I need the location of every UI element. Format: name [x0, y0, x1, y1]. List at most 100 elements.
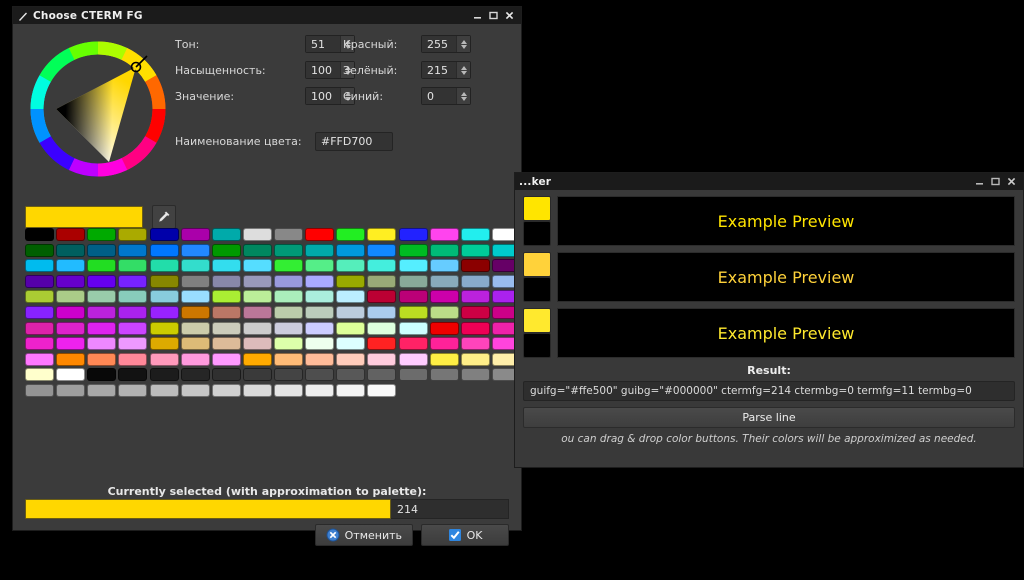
palette-swatch[interactable] — [367, 243, 397, 257]
palette-swatch[interactable] — [398, 352, 428, 366]
palette-swatch[interactable] — [367, 259, 397, 273]
palette-swatch[interactable] — [87, 290, 117, 304]
palette-swatch[interactable] — [429, 243, 459, 257]
palette-swatch[interactable] — [398, 259, 428, 273]
palette-swatch[interactable] — [242, 337, 272, 351]
palette-swatch[interactable] — [149, 290, 179, 304]
picker-titlebar[interactable]: ...ker — [515, 173, 1023, 190]
color-wheel[interactable] — [23, 34, 173, 186]
palette-swatch[interactable] — [242, 321, 272, 335]
close-icon[interactable] — [505, 11, 514, 20]
blue-arrows[interactable] — [456, 88, 470, 104]
palette-swatch[interactable] — [242, 228, 272, 241]
palette-swatch[interactable] — [242, 352, 272, 366]
palette-swatch[interactable] — [87, 321, 117, 335]
palette-swatch[interactable] — [305, 228, 335, 241]
palette-swatch[interactable] — [305, 321, 335, 335]
palette-swatch[interactable] — [274, 290, 303, 304]
palette-swatch[interactable] — [149, 243, 179, 257]
cancel-button[interactable]: Отменить — [314, 524, 413, 546]
palette-grid[interactable] — [25, 228, 523, 400]
palette-swatch[interactable] — [274, 321, 303, 335]
palette-swatch[interactable] — [180, 352, 210, 366]
palette-swatch[interactable] — [25, 337, 54, 351]
maximize-icon[interactable] — [991, 177, 1000, 186]
palette-swatch[interactable] — [118, 243, 148, 257]
palette-swatch[interactable] — [211, 337, 241, 351]
palette-swatch[interactable] — [25, 228, 54, 241]
palette-swatch[interactable] — [460, 352, 490, 366]
palette-swatch[interactable] — [25, 305, 54, 319]
hue-value[interactable]: 51 — [306, 36, 340, 52]
palette-swatch[interactable] — [305, 352, 335, 366]
palette-swatch[interactable] — [87, 368, 117, 382]
palette-swatch[interactable] — [149, 383, 179, 397]
palette-swatch[interactable] — [429, 290, 459, 304]
palette-swatch[interactable] — [211, 228, 241, 241]
parse-line-button[interactable]: Parse line — [523, 407, 1015, 428]
palette-swatch[interactable] — [367, 383, 397, 397]
palette-swatch[interactable] — [118, 383, 148, 397]
palette-swatch[interactable] — [367, 321, 397, 335]
palette-swatch[interactable] — [180, 228, 210, 241]
palette-swatch[interactable] — [398, 368, 428, 382]
palette-swatch[interactable] — [149, 274, 179, 288]
palette-swatch[interactable] — [336, 337, 366, 351]
palette-swatch[interactable] — [25, 321, 54, 335]
palette-swatch[interactable] — [367, 337, 397, 351]
palette-swatch[interactable] — [367, 274, 397, 288]
palette-swatch[interactable] — [25, 368, 54, 382]
palette-swatch[interactable] — [118, 337, 148, 351]
palette-swatch[interactable] — [180, 274, 210, 288]
palette-swatch[interactable] — [242, 243, 272, 257]
palette-swatch[interactable] — [149, 305, 179, 319]
green-value[interactable]: 215 — [422, 62, 456, 78]
palette-swatch[interactable] — [87, 274, 117, 288]
palette-swatch[interactable] — [367, 368, 397, 382]
palette-swatch[interactable] — [25, 352, 54, 366]
palette-swatch[interactable] — [242, 290, 272, 304]
palette-swatch[interactable] — [180, 243, 210, 257]
palette-swatch[interactable] — [56, 274, 86, 288]
palette-swatch[interactable] — [118, 305, 148, 319]
palette-swatch[interactable] — [56, 368, 86, 382]
palette-swatch[interactable] — [429, 321, 459, 335]
palette-swatch[interactable] — [56, 383, 86, 397]
red-value[interactable]: 255 — [422, 36, 456, 52]
palette-swatch[interactable] — [274, 274, 303, 288]
palette-swatch[interactable] — [56, 352, 86, 366]
palette-swatch[interactable] — [367, 305, 397, 319]
blue-stepper[interactable]: 0 — [421, 87, 471, 105]
palette-swatch[interactable] — [398, 321, 428, 335]
palette-swatch[interactable] — [460, 368, 490, 382]
palette-swatch[interactable] — [305, 305, 335, 319]
palette-swatch[interactable] — [274, 383, 303, 397]
palette-swatch[interactable] — [211, 368, 241, 382]
palette-swatch[interactable] — [336, 259, 366, 273]
palette-swatch[interactable] — [180, 337, 210, 351]
palette-swatch[interactable] — [87, 337, 117, 351]
palette-swatch[interactable] — [149, 337, 179, 351]
palette-swatch[interactable] — [274, 259, 303, 273]
palette-swatch[interactable] — [180, 290, 210, 304]
palette-swatch[interactable] — [429, 305, 459, 319]
palette-swatch[interactable] — [56, 243, 86, 257]
palette-swatch[interactable] — [274, 228, 303, 241]
palette-swatch[interactable] — [211, 305, 241, 319]
palette-swatch[interactable] — [242, 305, 272, 319]
palette-swatch[interactable] — [118, 352, 148, 366]
palette-swatch[interactable] — [25, 243, 54, 257]
palette-swatch[interactable] — [56, 337, 86, 351]
palette-swatch[interactable] — [429, 337, 459, 351]
palette-swatch[interactable] — [180, 368, 210, 382]
palette-swatch[interactable] — [398, 243, 428, 257]
palette-swatch[interactable] — [336, 243, 366, 257]
palette-swatch[interactable] — [118, 274, 148, 288]
palette-swatch[interactable] — [398, 228, 428, 241]
palette-swatch[interactable] — [56, 290, 86, 304]
palette-swatch[interactable] — [305, 290, 335, 304]
palette-swatch[interactable] — [398, 274, 428, 288]
palette-swatch[interactable] — [336, 305, 366, 319]
palette-swatch[interactable] — [56, 259, 86, 273]
palette-swatch[interactable] — [149, 352, 179, 366]
